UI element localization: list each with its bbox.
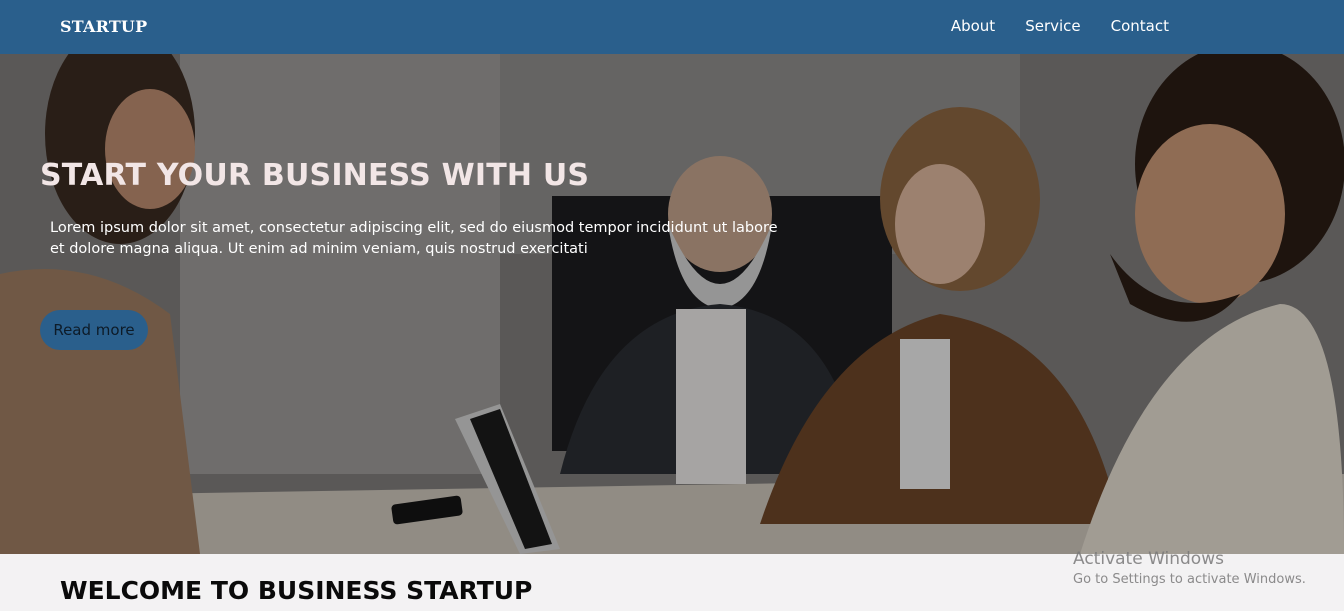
nav-link-about[interactable]: About: [951, 17, 995, 35]
watermark-title: Activate Windows: [1073, 549, 1224, 569]
welcome-heading: WELCOME TO BUSINESS STARTUP: [60, 576, 533, 605]
brand-logo[interactable]: STARTUP: [60, 17, 147, 36]
activate-windows-watermark: Activate Windows Go to Settings to activ…: [1073, 549, 1306, 587]
read-more-button[interactable]: Read more: [40, 310, 148, 350]
top-navbar: STARTUP About Service Contact: [0, 0, 1344, 54]
nav-links: About Service Contact: [951, 17, 1169, 35]
nav-link-contact[interactable]: Contact: [1111, 17, 1169, 35]
hero-description: Lorem ipsum dolor sit amet, consectetur …: [50, 220, 778, 257]
hero-dark-overlay: [0, 54, 1344, 554]
hero-section: START YOUR BUSINESS WITH US Lorem ipsum …: [0, 54, 1344, 554]
hero-title: START YOUR BUSINESS WITH US: [40, 158, 590, 193]
watermark-subtitle: Go to Settings to activate Windows.: [1073, 572, 1306, 587]
nav-link-service[interactable]: Service: [1025, 17, 1080, 35]
